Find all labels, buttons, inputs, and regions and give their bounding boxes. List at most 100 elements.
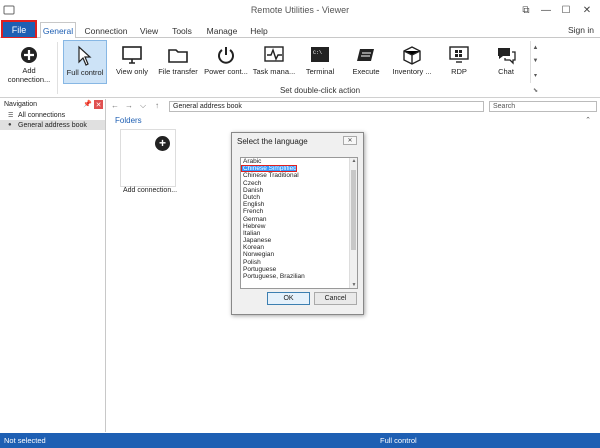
status-selection: Not selected [4, 436, 46, 445]
language-option[interactable]: Dutch [241, 194, 357, 201]
terminal-label: Terminal [305, 67, 335, 76]
power-control-label: Power cont... [204, 67, 248, 76]
windows-rdp-icon [446, 43, 472, 67]
chat-icon [493, 43, 519, 67]
cancel-button[interactable]: Cancel [314, 292, 357, 305]
tab-help[interactable]: Help [247, 23, 271, 38]
cursor-icon [72, 44, 98, 68]
language-option[interactable]: Norwegian [241, 251, 357, 258]
folders-header[interactable]: Folders ⌃ [107, 116, 597, 127]
language-option[interactable]: Polish [241, 259, 357, 266]
view-only-button[interactable]: View only [113, 40, 151, 84]
language-option[interactable]: Danish [241, 187, 357, 194]
scroll-up-icon[interactable]: ▲ [350, 158, 357, 164]
language-option[interactable]: Portuguese [241, 266, 357, 273]
scroll-up-icon[interactable]: ▲ [533, 45, 539, 51]
execute-label: Execute [352, 67, 380, 76]
rdp-label: RDP [451, 67, 467, 76]
language-option[interactable]: English [241, 201, 357, 208]
inventory-icon [399, 43, 425, 67]
tab-file[interactable]: File [1, 20, 37, 39]
scroll-down-icon[interactable]: ▼ [350, 282, 357, 288]
add-connection-label: Add connection... [7, 66, 51, 84]
chat-label: Chat [498, 67, 514, 76]
navigation-title: Navigation [4, 101, 38, 108]
language-option[interactable]: Chinese Traditional [241, 172, 357, 179]
title-bar: Remote Utilities - Viewer ⧉ — ☐ ✕ [0, 0, 600, 21]
list-scrollbar[interactable]: ▲ ▼ [349, 158, 357, 288]
close-pane-icon[interactable]: ✕ [94, 100, 103, 109]
add-connection-tile-label: Add connection... [122, 187, 178, 194]
svg-text:C:\: C:\ [313, 50, 322, 56]
language-option[interactable]: Czech [241, 180, 357, 187]
add-connection-button[interactable]: Add connection... [4, 40, 54, 84]
dialog-title: Select the language [237, 137, 308, 146]
list-icon: ☰ [8, 112, 14, 119]
language-option[interactable]: German [241, 216, 357, 223]
maximize-button[interactable]: ☐ [556, 2, 576, 18]
task-manager-button[interactable]: Task mana... [251, 40, 297, 84]
ribbon-scroll[interactable]: ▲ ▼ ▾ [530, 41, 540, 83]
terminal-button[interactable]: C:\ Terminal [302, 40, 338, 84]
language-option[interactable]: Chinese Simplified [241, 165, 297, 173]
ribbon-group-label: Set double-click action [279, 86, 361, 95]
rdp-button[interactable]: RDP [442, 40, 476, 84]
inventory-button[interactable]: Inventory ... [389, 40, 435, 84]
power-icon [213, 43, 239, 67]
close-button[interactable]: ✕ [577, 2, 597, 18]
restore-icon[interactable]: ⧉ [516, 2, 536, 18]
language-option[interactable]: Portuguese, Brazilian [241, 273, 357, 280]
dialog-close-button[interactable]: ✕ [343, 136, 357, 145]
tab-general[interactable]: General [40, 22, 76, 39]
chat-button[interactable]: Chat [490, 40, 522, 84]
view-only-label: View only [116, 67, 148, 76]
forward-icon[interactable]: → [125, 101, 133, 110]
language-option[interactable]: Italian [241, 230, 357, 237]
power-control-button[interactable]: Power cont... [203, 40, 249, 84]
nav-item-label: General address book [18, 121, 87, 129]
task-manager-label: Task mana... [252, 67, 296, 76]
scroll-down-icon[interactable]: ▼ [533, 58, 539, 64]
dialog-launcher-icon[interactable]: ⬊ [533, 87, 538, 94]
language-option[interactable]: Korean [241, 244, 357, 251]
language-list[interactable]: Arabic Chinese Simplified Chinese Traditio… [240, 157, 358, 289]
tab-tools[interactable]: Tools [168, 23, 196, 38]
status-bar: Not selected Full control [0, 433, 600, 448]
tab-connection[interactable]: Connection [82, 23, 130, 38]
add-connection-tile[interactable]: + [120, 129, 176, 187]
language-option[interactable]: Arabic [241, 158, 357, 165]
ribbon: Add connection... Full control View only… [0, 38, 600, 98]
tab-view[interactable]: View [136, 23, 162, 38]
nav-item-all-connections[interactable]: ☰ All connections [0, 110, 105, 120]
file-transfer-button[interactable]: File transfer [156, 40, 200, 84]
tab-manage[interactable]: Manage [203, 23, 241, 38]
chevron-up-icon[interactable]: ⌃ [585, 116, 591, 124]
terminal-icon: C:\ [307, 43, 333, 67]
language-option[interactable]: French [241, 208, 357, 215]
more-icon[interactable]: ▾ [534, 72, 537, 79]
nav-item-general-address-book[interactable]: ● General address book [0, 120, 105, 130]
address-input[interactable]: General address book [169, 101, 484, 112]
inventory-label: Inventory ... [392, 67, 432, 76]
folder-icon [165, 43, 191, 67]
chevron-down-icon[interactable]: ⌵ [140, 101, 146, 111]
execute-button[interactable]: Execute [348, 40, 384, 84]
search-input[interactable]: Search [489, 101, 597, 112]
back-icon[interactable]: ← [111, 101, 119, 110]
minimize-button[interactable]: — [536, 2, 556, 18]
window-title: Remote Utilities - Viewer [250, 5, 350, 15]
navigation-pane: Navigation 📌 ✕ ☰ All connections ● Gener… [0, 99, 106, 432]
sign-in-link[interactable]: Sign in [568, 25, 594, 35]
scroll-thumb[interactable] [351, 170, 356, 250]
execute-icon [353, 43, 379, 67]
up-icon[interactable]: ↑ [155, 101, 159, 110]
pin-icon[interactable]: 📌 [83, 100, 92, 108]
ok-button[interactable]: OK [267, 292, 310, 305]
ribbon-separator [57, 42, 58, 94]
task-manager-icon [261, 43, 287, 67]
language-option[interactable]: Japanese [241, 237, 357, 244]
nav-item-label: All connections [18, 111, 66, 119]
full-control-button[interactable]: Full control [63, 40, 107, 84]
language-option[interactable]: Hebrew [241, 223, 357, 230]
folders-label: Folders [115, 116, 142, 125]
